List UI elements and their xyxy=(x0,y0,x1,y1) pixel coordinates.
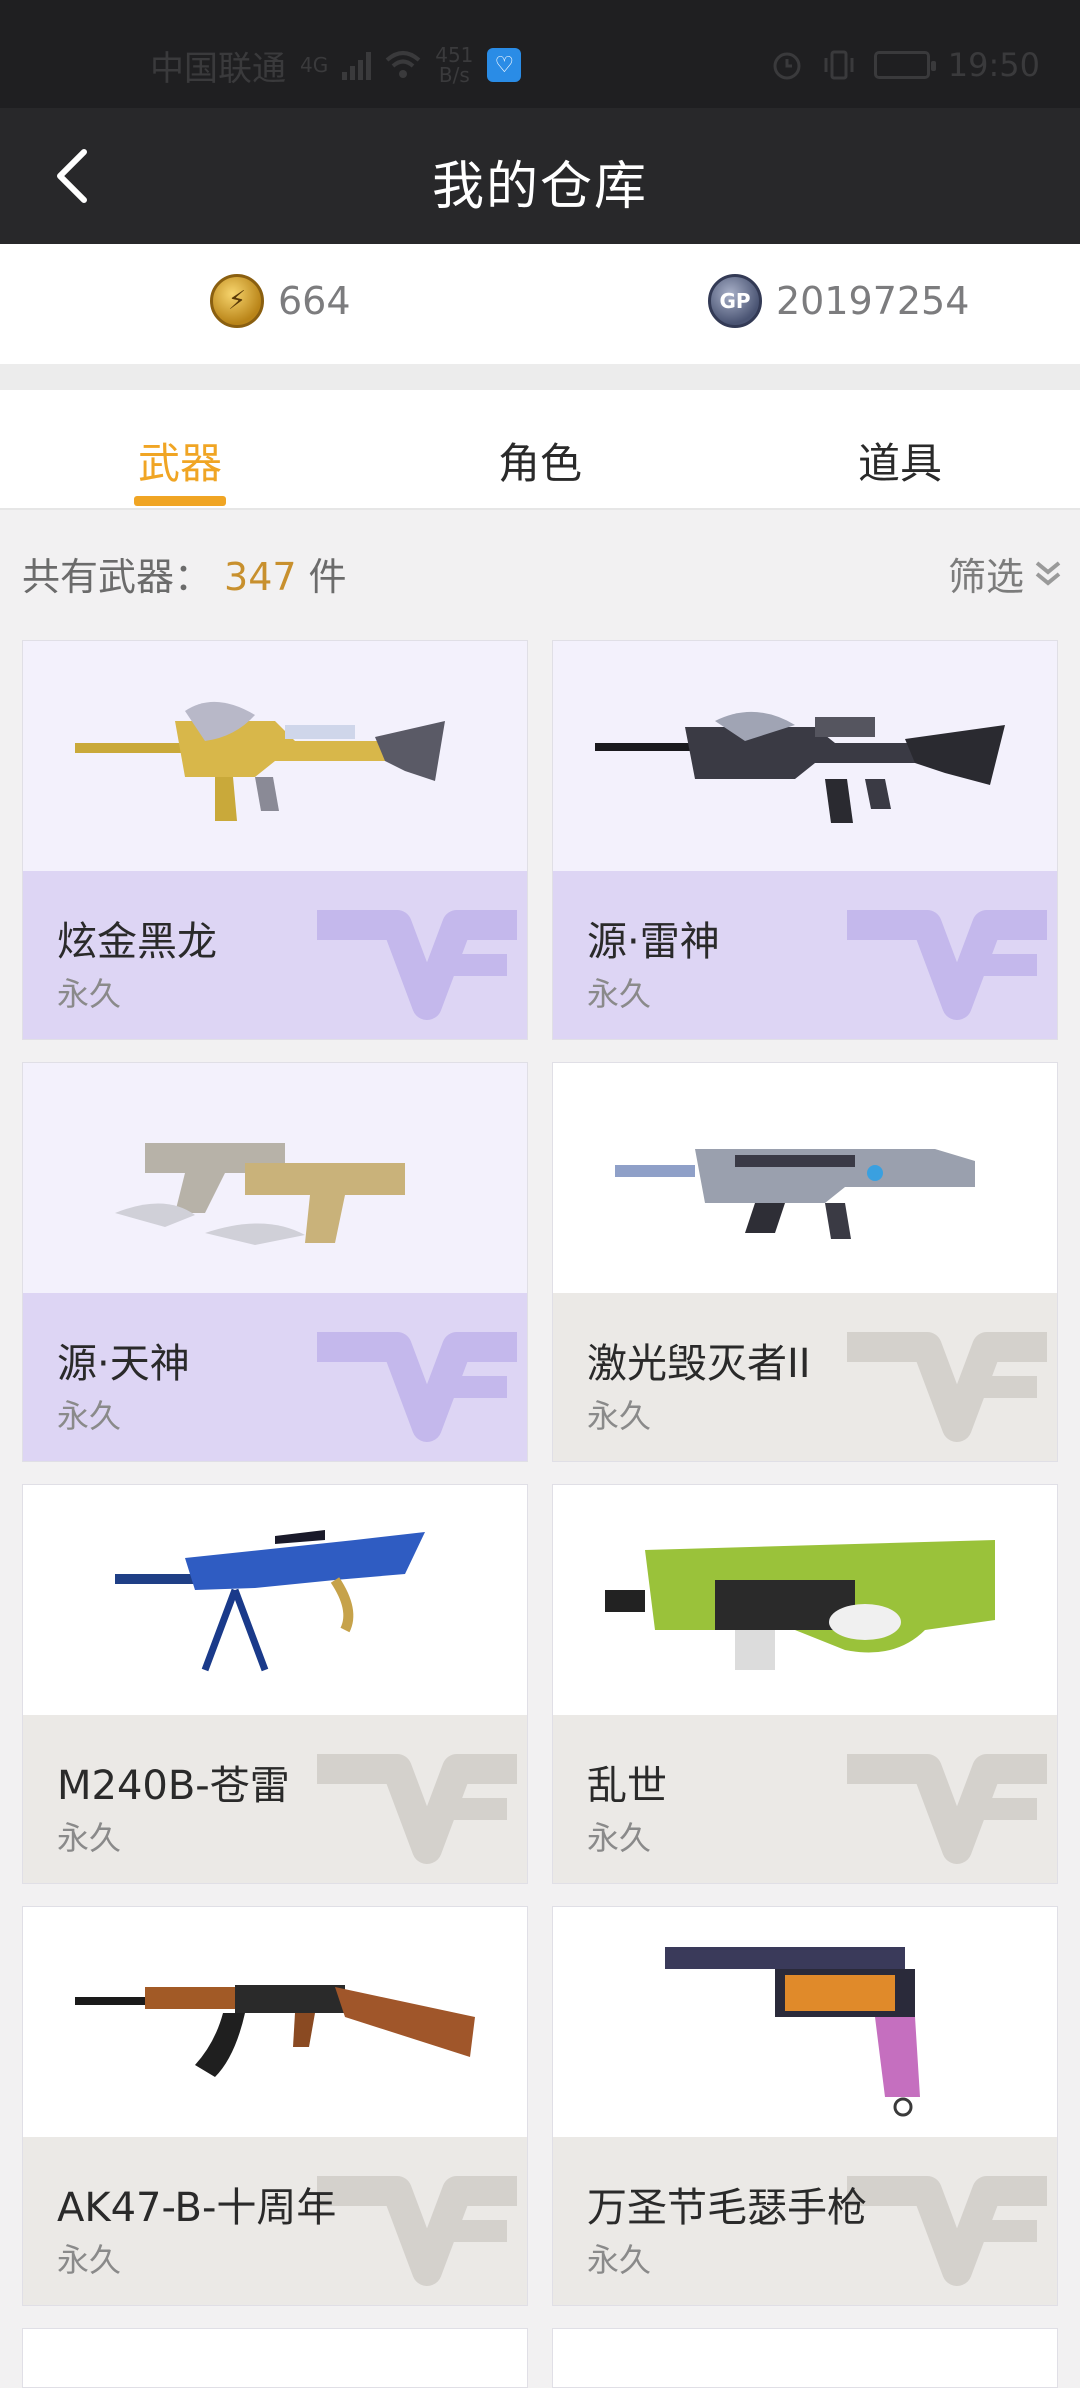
weapon-card[interactable]: 激光毁灭者II 永久 xyxy=(552,1062,1058,1462)
status-left: 中国联通 4G 451 B/s ♡ xyxy=(150,40,522,90)
weapon-info: M240B-苍雷 永久 xyxy=(23,1715,527,1883)
weapon-count: 347 xyxy=(224,555,297,599)
weapon-name: 源·天神 xyxy=(57,1341,190,1387)
weapon-name: 乱世 xyxy=(587,1763,667,1809)
weapon-image xyxy=(553,1485,1057,1715)
ak47-icon xyxy=(75,1985,475,2077)
net-speed-value: 451 xyxy=(435,43,474,67)
cf-logo-watermark xyxy=(847,1332,1047,1442)
carrier-label: 中国联通 xyxy=(150,48,286,89)
dual-pistol-icon xyxy=(115,1143,405,1245)
clock: 19:50 xyxy=(947,46,1040,84)
weapon-card[interactable]: 炫金黑龙 永久 xyxy=(22,640,528,1040)
weapon-image xyxy=(23,1907,527,2137)
cf-logo-watermark xyxy=(317,910,517,1020)
weapon-card-partial[interactable] xyxy=(22,2328,528,2388)
weapon-card[interactable]: 源·雷神 永久 xyxy=(552,640,1058,1040)
net-speed-unit: B/s xyxy=(438,63,470,87)
section-divider xyxy=(0,364,1080,390)
weapon-duration: 永久 xyxy=(57,1397,122,1435)
weapon-duration: 永久 xyxy=(57,975,122,1013)
weapon-info: 炫金黑龙 永久 xyxy=(23,871,527,1039)
status-bar: 中国联通 4G 451 B/s ♡ 19:50 xyxy=(0,0,1080,108)
weapon-image xyxy=(23,641,527,871)
signal-icon xyxy=(342,50,372,80)
weapon-image xyxy=(23,1485,527,1715)
tab-characters[interactable]: 角色 xyxy=(360,430,720,491)
weapon-image xyxy=(553,1063,1057,1293)
weapon-name: 激光毁灭者II xyxy=(587,1341,811,1387)
tab-items[interactable]: 道具 xyxy=(720,430,1080,491)
cf-coin-icon: ⚡ xyxy=(210,274,264,328)
weapon-duration: 永久 xyxy=(587,1397,652,1435)
net-speed: 451 B/s xyxy=(435,45,473,85)
smg-icon xyxy=(605,1540,995,1670)
weapon-info: AK47-B-十周年 永久 xyxy=(23,2137,527,2305)
wifi-icon xyxy=(385,51,421,78)
cf-logo-watermark xyxy=(317,2176,517,2286)
weapon-card-partial[interactable] xyxy=(552,2328,1058,2388)
weapon-info: 源·天神 永久 xyxy=(23,1293,527,1461)
vibrate-icon xyxy=(824,50,854,80)
machine-gun-icon xyxy=(115,1530,425,1672)
count-prefix: 共有武器： xyxy=(22,555,213,599)
app-notification-icon: ♡ xyxy=(487,48,522,82)
filter-button[interactable]: 筛选 xyxy=(948,546,1062,601)
weapon-info: 万圣节毛瑟手枪 永久 xyxy=(553,2137,1057,2305)
coin-value: 664 xyxy=(278,279,351,323)
weapon-info: 源·雷神 永久 xyxy=(553,871,1057,1039)
gp-icon: GP xyxy=(708,274,762,328)
weapon-duration: 永久 xyxy=(57,1819,122,1857)
weapon-card[interactable]: AK47-B-十周年 永久 xyxy=(22,1906,528,2306)
gp-balance: GP 20197254 xyxy=(708,274,969,328)
tab-weapons[interactable]: 武器 xyxy=(0,430,360,491)
weapon-image xyxy=(23,1063,527,1293)
weapon-duration: 永久 xyxy=(57,2241,122,2279)
title-bar: 我的仓库 xyxy=(0,108,1080,244)
weapon-info: 激光毁灭者II 永久 xyxy=(553,1293,1057,1461)
laser-rifle-icon xyxy=(615,1149,975,1239)
network-type: 4G xyxy=(300,53,329,77)
filter-label: 筛选 xyxy=(947,555,1024,599)
count-suffix: 件 xyxy=(308,555,347,599)
cf-logo-watermark xyxy=(317,1754,517,1864)
rifle-icon xyxy=(75,701,445,821)
page-title: 我的仓库 xyxy=(431,157,648,217)
weapon-info: 乱世 永久 xyxy=(553,1715,1057,1883)
rifle-icon xyxy=(595,711,1005,823)
weapon-card[interactable]: 源·天神 永久 xyxy=(22,1062,528,1462)
cf-logo-watermark xyxy=(847,910,1047,1020)
category-tabs: 武器 角色 道具 xyxy=(0,390,1080,510)
currency-bar: ⚡ 664 GP 20197254 xyxy=(0,244,1080,364)
cf-logo-watermark xyxy=(317,1332,517,1442)
weapon-duration: 永久 xyxy=(587,1819,652,1857)
battery-icon xyxy=(873,51,936,79)
double-chevron-down-icon xyxy=(1035,560,1061,586)
weapon-name: 源·雷神 xyxy=(587,919,720,965)
weapon-name: AK47-B-十周年 xyxy=(57,2185,337,2231)
weapon-card[interactable]: 万圣节毛瑟手枪 永久 xyxy=(552,1906,1058,2306)
weapon-card[interactable]: 乱世 永久 xyxy=(552,1484,1058,1884)
pistol-icon xyxy=(665,1947,920,2117)
cf-logo-watermark xyxy=(847,2176,1047,2286)
weapon-duration: 永久 xyxy=(587,2241,652,2279)
coin-balance: ⚡ 664 xyxy=(210,274,351,328)
weapon-image xyxy=(553,1907,1057,2137)
weapon-name: 万圣节毛瑟手枪 xyxy=(587,2185,867,2231)
active-tab-indicator xyxy=(134,496,226,506)
weapon-name: M240B-苍雷 xyxy=(57,1763,290,1809)
summary-row: 共有武器： 347 件 筛选 xyxy=(0,510,1080,630)
weapon-count-text: 共有武器： 347 件 xyxy=(22,546,347,601)
weapon-name: 炫金黑龙 xyxy=(57,919,217,965)
alarm-icon xyxy=(773,52,801,80)
weapon-card[interactable]: M240B-苍雷 永久 xyxy=(22,1484,528,1884)
cf-logo-watermark xyxy=(847,1754,1047,1864)
status-right: 19:50 xyxy=(770,40,1040,90)
gp-value: 20197254 xyxy=(776,279,970,323)
weapon-duration: 永久 xyxy=(587,975,652,1013)
weapon-image xyxy=(553,641,1057,871)
